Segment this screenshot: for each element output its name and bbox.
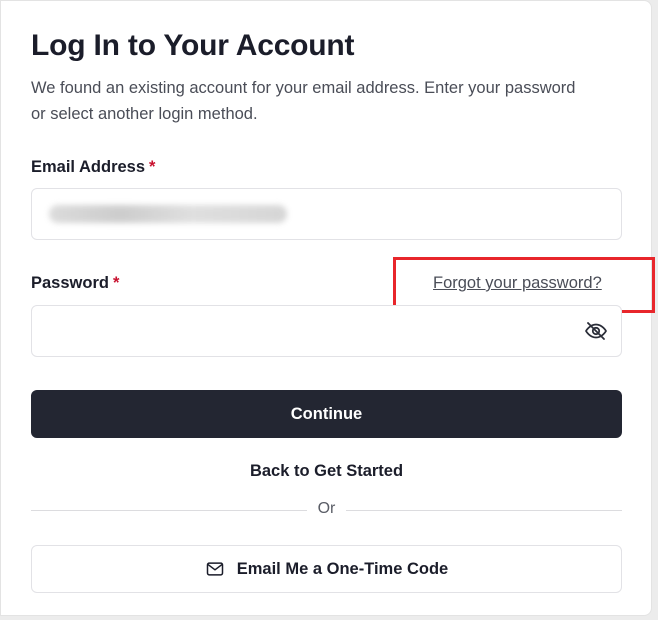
mail-icon	[206, 562, 223, 576]
email-required-mark: *	[149, 158, 156, 176]
login-card: Log In to Your Account We found an exist…	[0, 0, 655, 616]
eye-off-icon[interactable]	[584, 319, 608, 343]
password-label: Password *	[31, 274, 119, 293]
password-required-mark: *	[112, 274, 120, 292]
password-field[interactable]	[31, 305, 622, 357]
divider-line-right	[346, 510, 622, 511]
or-divider: Or	[31, 500, 622, 520]
blurred-email-value	[49, 205, 287, 223]
email-one-time-code-button[interactable]: Email Me a One-Time Code	[31, 545, 622, 593]
forgot-password-link[interactable]: Forgot your password?	[433, 274, 602, 293]
email-label-text: Email Address	[31, 158, 146, 176]
back-to-get-started-link[interactable]: Back to Get Started	[31, 462, 622, 481]
page-title: Log In to Your Account	[31, 29, 355, 62]
password-label-text: Password	[31, 274, 109, 292]
otp-button-label: Email Me a One-Time Code	[236, 559, 449, 578]
divider-text: Or	[317, 500, 336, 517]
page-subtitle: We found an existing account for your em…	[31, 79, 576, 123]
continue-button[interactable]: Continue	[31, 390, 622, 438]
email-label: Email Address *	[31, 158, 155, 177]
